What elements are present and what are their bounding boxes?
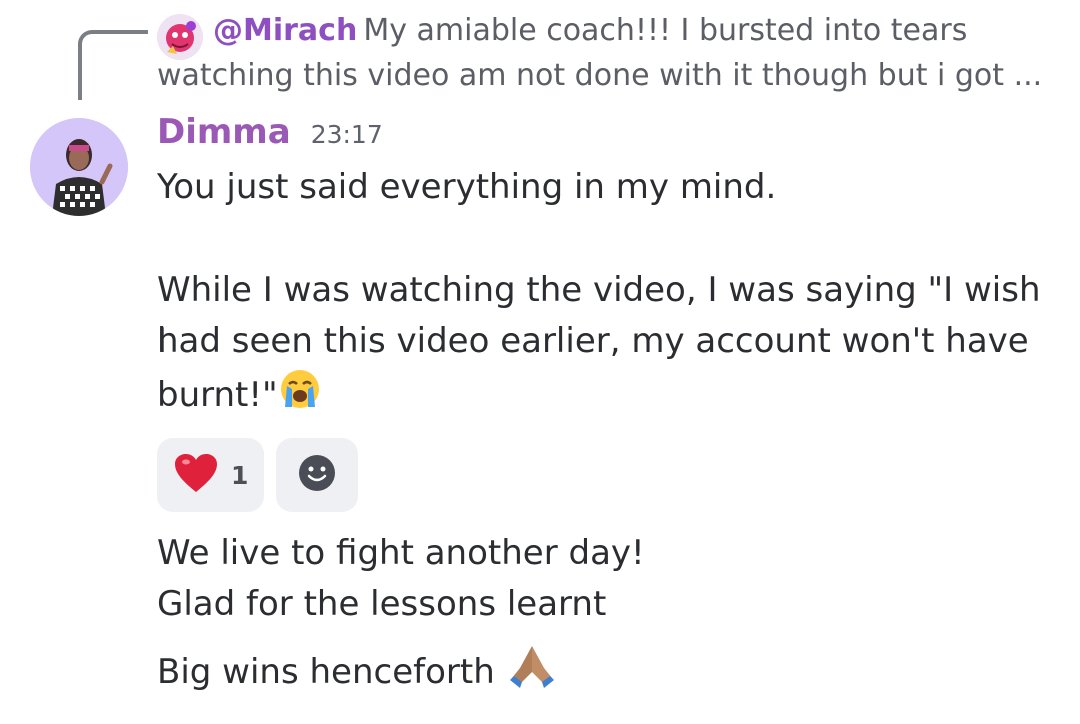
add-reaction-icon bbox=[298, 454, 336, 496]
reaction-heart[interactable]: 1 bbox=[157, 438, 264, 512]
red-heart-icon bbox=[173, 452, 219, 498]
followup-message: Big wins henceforth bbox=[157, 652, 495, 692]
loudly-crying-face-icon bbox=[278, 367, 322, 426]
reply-author[interactable]: @Mirach bbox=[213, 13, 357, 48]
message-line: burnt!" bbox=[157, 375, 278, 415]
message-header: Dimma 23:17 bbox=[157, 112, 383, 162]
message-line: had seen this video earlier, my account … bbox=[157, 321, 1029, 361]
folded-hands-icon bbox=[506, 642, 558, 705]
message-line-with-emoji: burnt!" bbox=[157, 367, 1057, 426]
author-name[interactable]: Dimma bbox=[157, 112, 291, 152]
message-timestamp: 23:17 bbox=[310, 120, 383, 149]
reply-avatar bbox=[157, 14, 203, 60]
message-line: You just said everything in my mind. bbox=[157, 167, 777, 207]
reply-connector-line bbox=[78, 30, 148, 100]
add-reaction-button[interactable] bbox=[276, 438, 358, 512]
avatar[interactable] bbox=[30, 118, 128, 216]
reply-preview[interactable]: @Mirach My amiable coach!!! I bursted int… bbox=[157, 8, 1057, 98]
followup-message-with-emoji: Big wins henceforth bbox=[157, 642, 1057, 705]
followup-message: We live to fight another day! bbox=[157, 533, 645, 573]
reaction-count: 1 bbox=[231, 460, 249, 490]
reply-text-line: @Mirach My amiable coach!!! I bursted int… bbox=[157, 8, 1057, 98]
followup-message: Glad for the lessons learnt bbox=[157, 584, 607, 624]
